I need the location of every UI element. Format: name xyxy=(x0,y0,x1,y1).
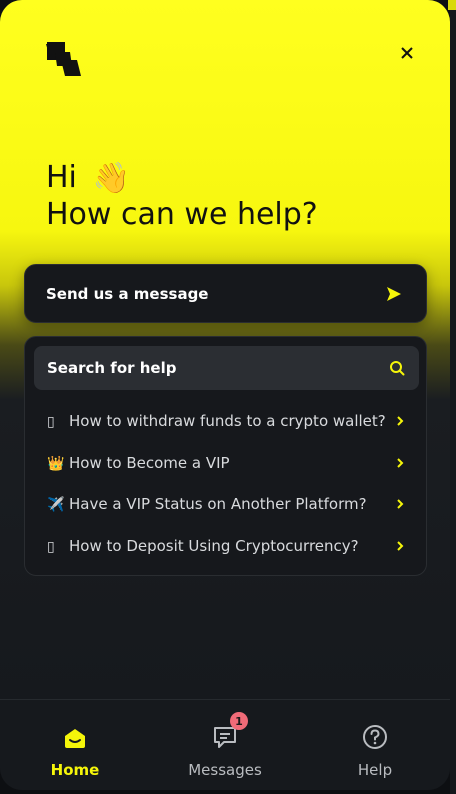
list-item[interactable]: ▯ How to Deposit Using Cryptocurrency? xyxy=(47,531,405,561)
unread-badge: 1 xyxy=(230,712,248,730)
chevron-right-icon xyxy=(397,499,404,509)
airplane-icon: ✈️ xyxy=(47,497,65,513)
close-icon xyxy=(401,47,413,59)
waving-hand-icon: 👋 xyxy=(92,160,130,196)
tab-messages[interactable]: 1 Messages xyxy=(180,700,270,790)
tab-help-label: Help xyxy=(357,761,393,779)
article-title: How to Become a VIP xyxy=(69,454,230,472)
search-placeholder: Search for help xyxy=(47,359,177,377)
article-title: How to withdraw funds to a crypto wallet… xyxy=(69,412,386,430)
crown-icon: 👑 xyxy=(47,456,65,472)
list-item[interactable]: ✈️ Have a VIP Status on Another Platform? xyxy=(47,489,405,519)
tab-home[interactable]: Home xyxy=(40,700,110,790)
send-message-label: Send us a message xyxy=(46,284,209,303)
article-icon: ▯ xyxy=(47,539,55,555)
window-edge xyxy=(450,0,456,794)
send-message-button[interactable]: Send us a message xyxy=(24,264,427,323)
list-item[interactable]: ▯ How to withdraw funds to a crypto walle… xyxy=(47,406,405,436)
article-title: How to Deposit Using Cryptocurrency? xyxy=(69,537,359,555)
home-icon xyxy=(63,720,87,750)
help-icon xyxy=(362,720,388,750)
chevron-right-icon xyxy=(397,458,404,468)
article-icon: ▯ xyxy=(47,414,55,430)
greeting-question: How can we help? xyxy=(46,196,318,232)
messages-icon: 1 xyxy=(212,712,248,750)
close-button[interactable] xyxy=(394,40,420,66)
greeting-hi: Hi xyxy=(46,160,77,195)
tab-messages-label: Messages xyxy=(188,761,262,779)
search-icon xyxy=(390,361,405,376)
brand-logo-icon xyxy=(44,42,82,78)
search-input[interactable]: Search for help xyxy=(34,346,419,390)
window-edge-accent xyxy=(448,0,456,10)
greeting: Hi 👋 How can we help? xyxy=(46,160,318,233)
chevron-right-icon xyxy=(397,541,404,551)
bottom-nav: Home 1 Messages Help xyxy=(0,699,450,790)
help-articles-card: Search for help ▯ How to withdraw funds t… xyxy=(24,336,427,576)
list-item[interactable]: 👑 How to Become a VIP xyxy=(47,448,405,478)
help-widget: Hi 👋 How can we help? Send us a message … xyxy=(0,0,450,790)
tab-home-label: Home xyxy=(50,761,100,779)
tab-help[interactable]: Help xyxy=(345,700,405,790)
chevron-right-icon xyxy=(397,416,404,426)
send-arrow-icon xyxy=(387,286,401,301)
article-title: Have a VIP Status on Another Platform? xyxy=(69,495,367,513)
